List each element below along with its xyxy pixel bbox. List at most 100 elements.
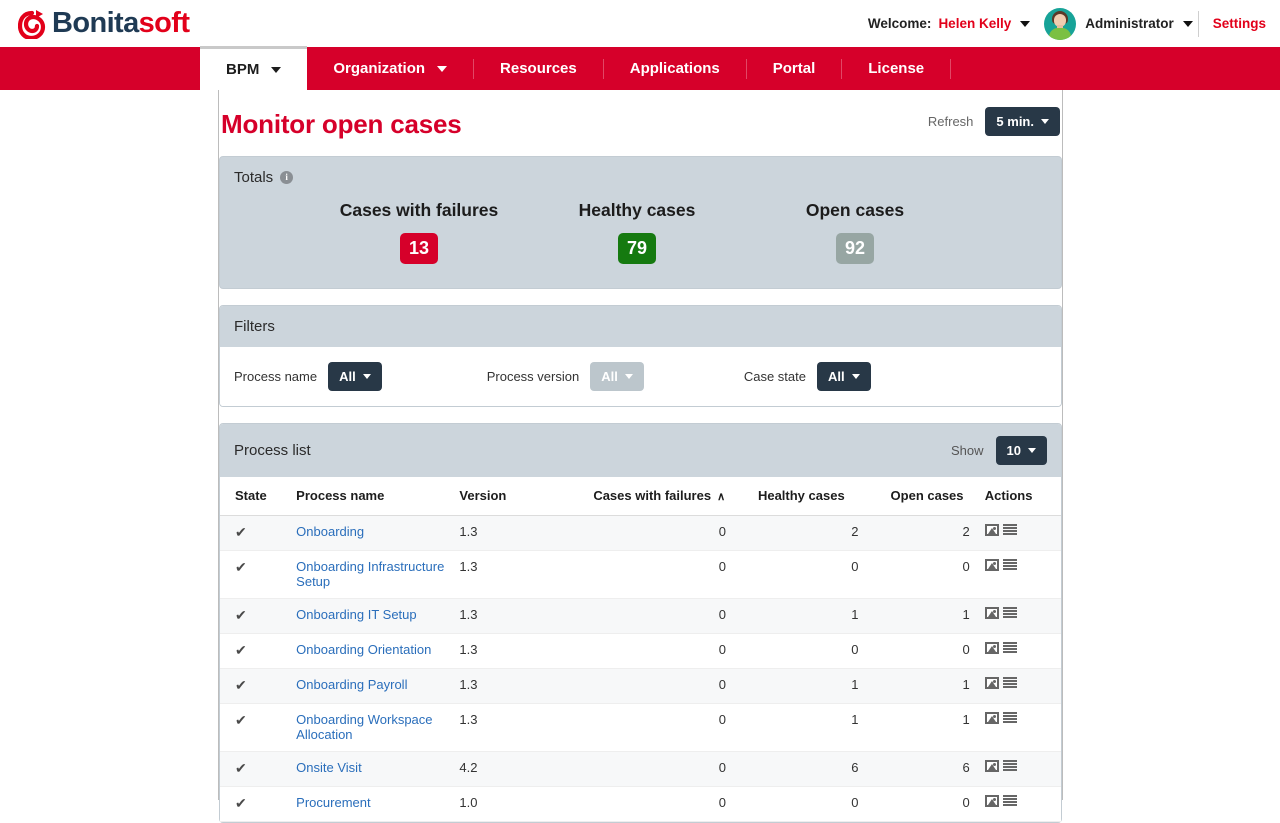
- view-cases-list-icon[interactable]: [1003, 642, 1017, 654]
- table-row[interactable]: ✔Procurement1.0000: [220, 786, 1061, 821]
- state-check-icon: ✔: [235, 524, 247, 540]
- user-name-link[interactable]: Helen Kelly: [938, 16, 1011, 31]
- cell-healthy-cases: 1: [740, 598, 871, 633]
- cell-state: ✔: [220, 668, 296, 703]
- table-row[interactable]: ✔Onsite Visit4.2066: [220, 751, 1061, 786]
- column-header-healthy-cases[interactable]: Healthy cases: [740, 477, 871, 516]
- user-chevron-down-icon[interactable]: [1020, 21, 1030, 27]
- row-actions: [985, 677, 1061, 689]
- page-size-dropdown[interactable]: 10: [996, 436, 1047, 465]
- table-row[interactable]: ✔Onboarding1.3022: [220, 515, 1061, 550]
- process-name-link[interactable]: Procurement: [296, 795, 370, 810]
- cell-process-name: Onboarding Orientation: [296, 633, 459, 668]
- info-icon[interactable]: i: [280, 171, 293, 184]
- cell-cases-with-failures: 0: [557, 633, 740, 668]
- view-diagram-icon[interactable]: [985, 559, 999, 571]
- settings-link[interactable]: Settings: [1213, 16, 1266, 31]
- cell-cases-with-failures: 0: [557, 515, 740, 550]
- column-header-open-cases[interactable]: Open cases: [871, 477, 985, 516]
- cell-actions: [985, 703, 1061, 751]
- nav-item-applications[interactable]: Applications: [604, 47, 746, 90]
- refresh-control: Refresh 5 min.: [928, 107, 1060, 140]
- nav-item-organization[interactable]: Organization: [307, 47, 473, 90]
- cell-actions: [985, 598, 1061, 633]
- filter-process-version-dropdown[interactable]: All: [590, 362, 644, 391]
- view-diagram-icon[interactable]: [985, 607, 999, 619]
- role-chevron-down-icon[interactable]: [1183, 21, 1193, 27]
- bonitasoft-logo[interactable]: Bonitasoft: [18, 9, 189, 39]
- view-diagram-icon[interactable]: [985, 760, 999, 772]
- view-cases-list-icon[interactable]: [1003, 712, 1017, 724]
- view-diagram-icon[interactable]: [985, 642, 999, 654]
- refresh-interval-dropdown[interactable]: 5 min.: [985, 107, 1060, 136]
- process-name-link[interactable]: Onboarding Workspace Allocation: [296, 712, 432, 742]
- cell-open-cases: 1: [871, 668, 985, 703]
- filter-process-name-dropdown[interactable]: All: [328, 362, 382, 391]
- cell-version: 1.3: [459, 515, 557, 550]
- page-title: Monitor open cases: [221, 109, 462, 140]
- table-row[interactable]: ✔Onboarding Payroll1.3011: [220, 668, 1061, 703]
- avatar-body: [1049, 28, 1071, 40]
- column-header-state[interactable]: State: [220, 477, 296, 516]
- process-name-chevron-down-icon: [363, 374, 371, 379]
- process-name-link[interactable]: Onboarding Orientation: [296, 642, 431, 657]
- column-header-process-name[interactable]: Process name: [296, 477, 459, 516]
- view-cases-list-icon[interactable]: [1003, 524, 1017, 536]
- sort-ascending-icon: ∧: [717, 490, 725, 503]
- avatar[interactable]: [1044, 8, 1076, 40]
- filter-case-state-dropdown[interactable]: All: [817, 362, 871, 391]
- cell-actions: [985, 786, 1061, 821]
- process-name-link[interactable]: Onboarding Infrastructure Setup: [296, 559, 444, 589]
- column-header-actions: Actions: [985, 477, 1061, 516]
- cell-cases-with-failures: 0: [557, 668, 740, 703]
- logo-text-bonita: Bonita: [52, 7, 139, 39]
- process-name-link[interactable]: Onboarding: [296, 524, 364, 539]
- view-cases-list-icon[interactable]: [1003, 760, 1017, 772]
- view-diagram-icon[interactable]: [985, 677, 999, 689]
- cell-actions: [985, 515, 1061, 550]
- table-row[interactable]: ✔Onboarding IT Setup1.3011: [220, 598, 1061, 633]
- cell-cases-with-failures: 0: [557, 751, 740, 786]
- nav-item-organization-label: Organization: [333, 60, 425, 77]
- view-cases-list-icon[interactable]: [1003, 559, 1017, 571]
- filters-body: Process name All Process version All Cas…: [220, 347, 1061, 406]
- cell-state: ✔: [220, 786, 296, 821]
- filter-case-state-label: Case state: [744, 369, 806, 384]
- view-cases-list-icon[interactable]: [1003, 795, 1017, 807]
- column-header-cases-with-failures[interactable]: Cases with failures∧: [557, 477, 740, 516]
- table-row[interactable]: ✔Onboarding Infrastructure Setup1.3000: [220, 550, 1061, 598]
- cell-process-name: Onsite Visit: [296, 751, 459, 786]
- process-name-link[interactable]: Onboarding IT Setup: [296, 607, 416, 622]
- filters-panel: Filters Process name All Process version…: [219, 305, 1062, 407]
- filter-process-name: Process name All: [234, 362, 382, 391]
- nav-item-bpm-label: BPM: [226, 61, 259, 78]
- nav-item-license[interactable]: License: [842, 47, 950, 90]
- process-name-link[interactable]: Onsite Visit: [296, 760, 362, 775]
- column-header-version[interactable]: Version: [459, 477, 557, 516]
- cell-open-cases: 0: [871, 786, 985, 821]
- cell-version: 1.3: [459, 668, 557, 703]
- nav-item-bpm[interactable]: BPM: [200, 46, 307, 90]
- nav-item-resources[interactable]: Resources: [474, 47, 603, 90]
- show-control: Show 10: [951, 436, 1047, 465]
- view-diagram-icon[interactable]: [985, 712, 999, 724]
- state-check-icon: ✔: [235, 642, 247, 658]
- table-row[interactable]: ✔Onboarding Orientation1.3000: [220, 633, 1061, 668]
- view-cases-list-icon[interactable]: [1003, 677, 1017, 689]
- view-cases-list-icon[interactable]: [1003, 607, 1017, 619]
- total-cases-with-failures-badge: 13: [400, 233, 438, 264]
- table-row[interactable]: ✔Onboarding Workspace Allocation1.3011: [220, 703, 1061, 751]
- cell-healthy-cases: 6: [740, 751, 871, 786]
- view-diagram-icon[interactable]: [985, 795, 999, 807]
- cell-state: ✔: [220, 703, 296, 751]
- view-diagram-icon[interactable]: [985, 524, 999, 536]
- cell-version: 4.2: [459, 751, 557, 786]
- cell-open-cases: 1: [871, 598, 985, 633]
- state-check-icon: ✔: [235, 607, 247, 623]
- cell-actions: [985, 633, 1061, 668]
- process-name-link[interactable]: Onboarding Payroll: [296, 677, 407, 692]
- cell-actions: [985, 751, 1061, 786]
- role-label[interactable]: Administrator: [1085, 16, 1174, 31]
- filter-case-state-value: All: [828, 369, 845, 384]
- nav-item-portal[interactable]: Portal: [747, 47, 842, 90]
